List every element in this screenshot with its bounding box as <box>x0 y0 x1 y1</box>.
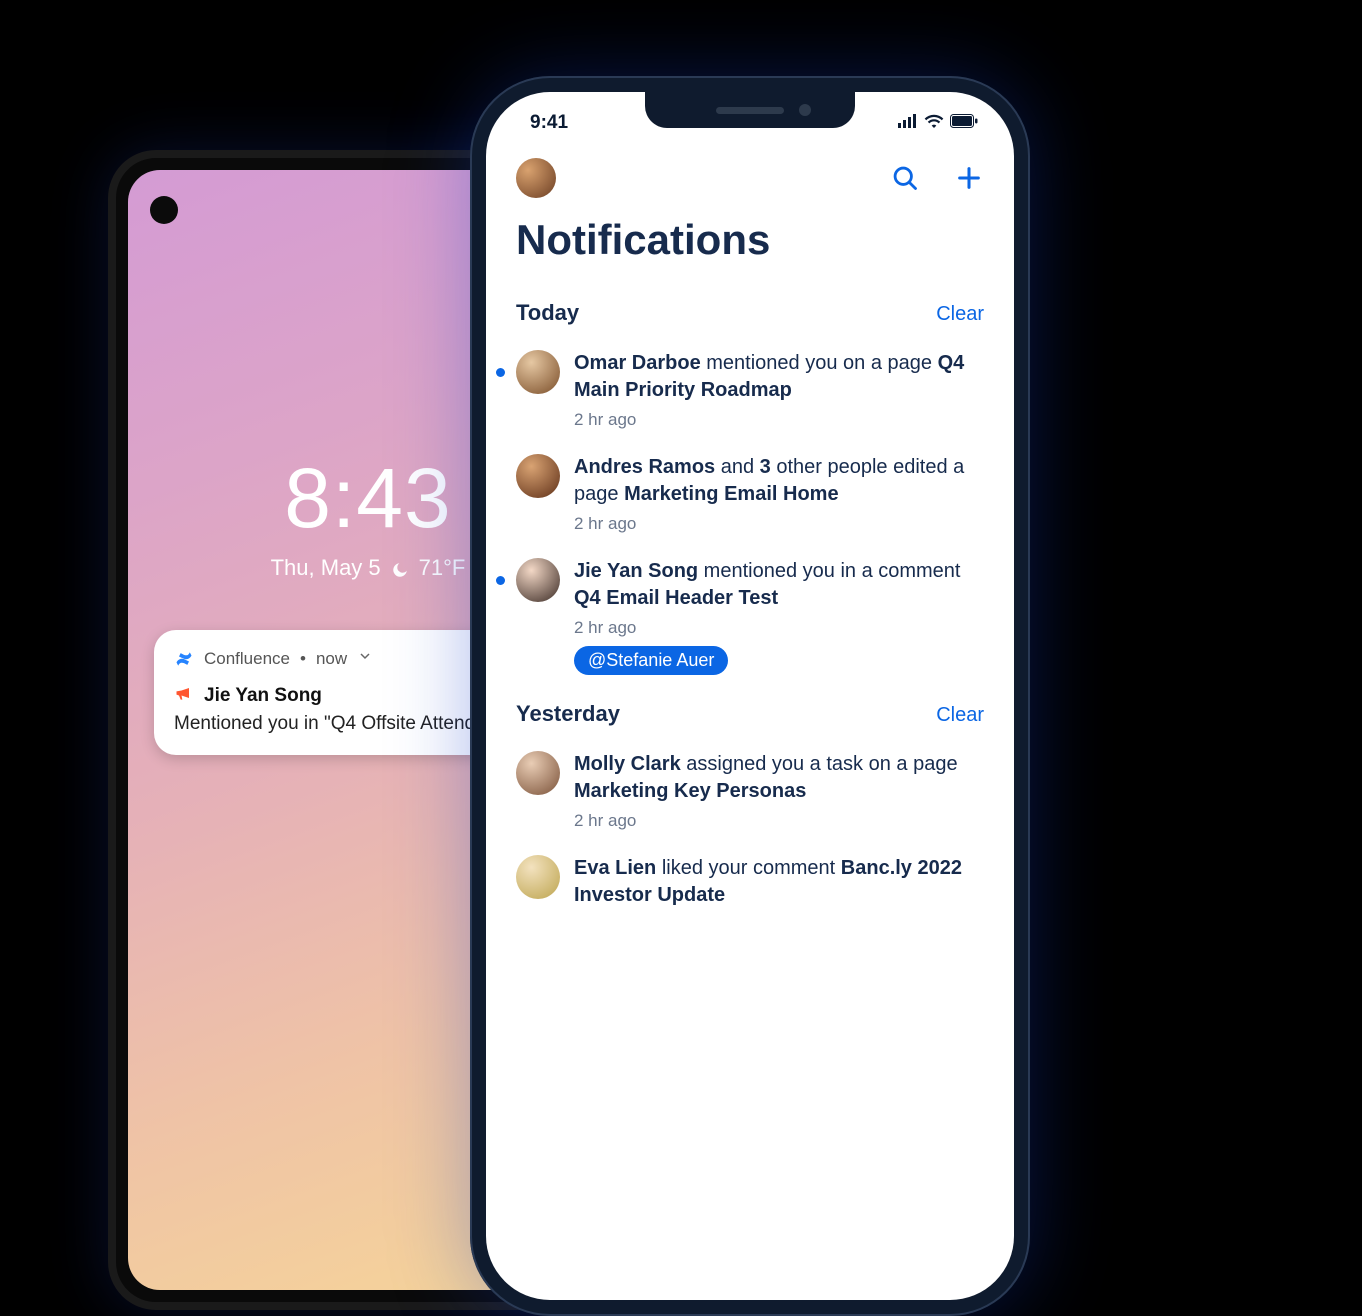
android-camera-punchhole <box>150 196 178 224</box>
android-temp: 71°F <box>419 555 466 581</box>
mention-chip[interactable]: @Stefanie Auer <box>574 646 728 675</box>
section-title: Today <box>516 300 579 326</box>
wifi-icon <box>924 114 944 133</box>
notification-body: Omar Darboe mentioned you on a page Q4 M… <box>574 350 984 430</box>
notification-text: Jie Yan Song mentioned you in a comment … <box>574 558 984 612</box>
notification-body: Andres Ramos and 3 other people edited a… <box>574 454 984 534</box>
status-time: 9:41 <box>530 112 568 134</box>
actor-avatar[interactable] <box>516 558 560 602</box>
notification-time: 2 hr ago <box>574 811 984 831</box>
megaphone-icon <box>174 683 194 709</box>
notification-section: Today Clear Omar Darboe mentioned you on a… <box>516 300 984 675</box>
iphone-frame: 9:41 <box>470 76 1030 1316</box>
confluence-icon <box>174 649 194 669</box>
actor-avatar[interactable] <box>516 350 560 394</box>
notification-item[interactable]: Molly Clark assigned you a task on a pag… <box>516 751 984 831</box>
notification-item[interactable]: Jie Yan Song mentioned you in a comment … <box>516 558 984 675</box>
android-date: Thu, May 5 <box>271 555 381 581</box>
chevron-down-icon[interactable] <box>357 648 373 669</box>
actor-avatar[interactable] <box>516 454 560 498</box>
notification-body: Jie Yan Song mentioned you in a comment … <box>574 558 984 675</box>
moon-icon <box>391 559 409 577</box>
app-header <box>486 140 1014 204</box>
iphone-screen: 9:41 <box>486 92 1014 1300</box>
notification-time: 2 hr ago <box>574 410 984 430</box>
notch-camera <box>799 104 811 116</box>
notification-text: Eva Lien liked your comment Banc.ly 2022… <box>574 855 984 909</box>
user-avatar[interactable] <box>516 158 556 198</box>
notification-item[interactable]: Omar Darboe mentioned you on a page Q4 M… <box>516 350 984 430</box>
iphone-notch <box>645 92 855 128</box>
notification-item[interactable]: Eva Lien liked your comment Banc.ly 2022… <box>516 855 984 909</box>
search-button[interactable] <box>890 163 920 193</box>
actor-avatar[interactable] <box>516 855 560 899</box>
clear-button[interactable]: Clear <box>936 704 984 727</box>
section-title: Yesterday <box>516 701 620 727</box>
cellular-icon <box>898 114 918 133</box>
android-notification-when: now <box>316 649 347 669</box>
add-button[interactable] <box>954 163 984 193</box>
notification-section: Yesterday Clear Molly Clark assigned you a… <box>516 701 984 909</box>
actor-avatar[interactable] <box>516 751 560 795</box>
notification-text: Andres Ramos and 3 other people edited a… <box>574 454 984 508</box>
unread-dot <box>496 368 505 377</box>
bullet-separator: • <box>300 649 306 669</box>
status-indicators <box>898 114 978 133</box>
notification-time: 2 hr ago <box>574 514 984 534</box>
notification-text: Molly Clark assigned you a task on a pag… <box>574 751 984 805</box>
battery-icon <box>950 114 978 133</box>
unread-dot <box>496 576 505 585</box>
notification-item[interactable]: Andres Ramos and 3 other people edited a… <box>516 454 984 534</box>
android-notification-app: Confluence <box>204 649 290 669</box>
section-header: Today Clear <box>516 300 984 326</box>
notification-time: 2 hr ago <box>574 618 984 638</box>
notification-body: Molly Clark assigned you a task on a pag… <box>574 751 984 831</box>
android-notification-actor: Jie Yan Song <box>204 685 322 707</box>
page-title: Notifications <box>486 204 1014 274</box>
notification-body: Eva Lien liked your comment Banc.ly 2022… <box>574 855 984 909</box>
notch-speaker <box>716 107 784 114</box>
section-header: Yesterday Clear <box>516 701 984 727</box>
notification-text: Omar Darboe mentioned you on a page Q4 M… <box>574 350 984 404</box>
clear-button[interactable]: Clear <box>936 303 984 326</box>
notifications-list: Today Clear Omar Darboe mentioned you on a… <box>486 300 1014 939</box>
